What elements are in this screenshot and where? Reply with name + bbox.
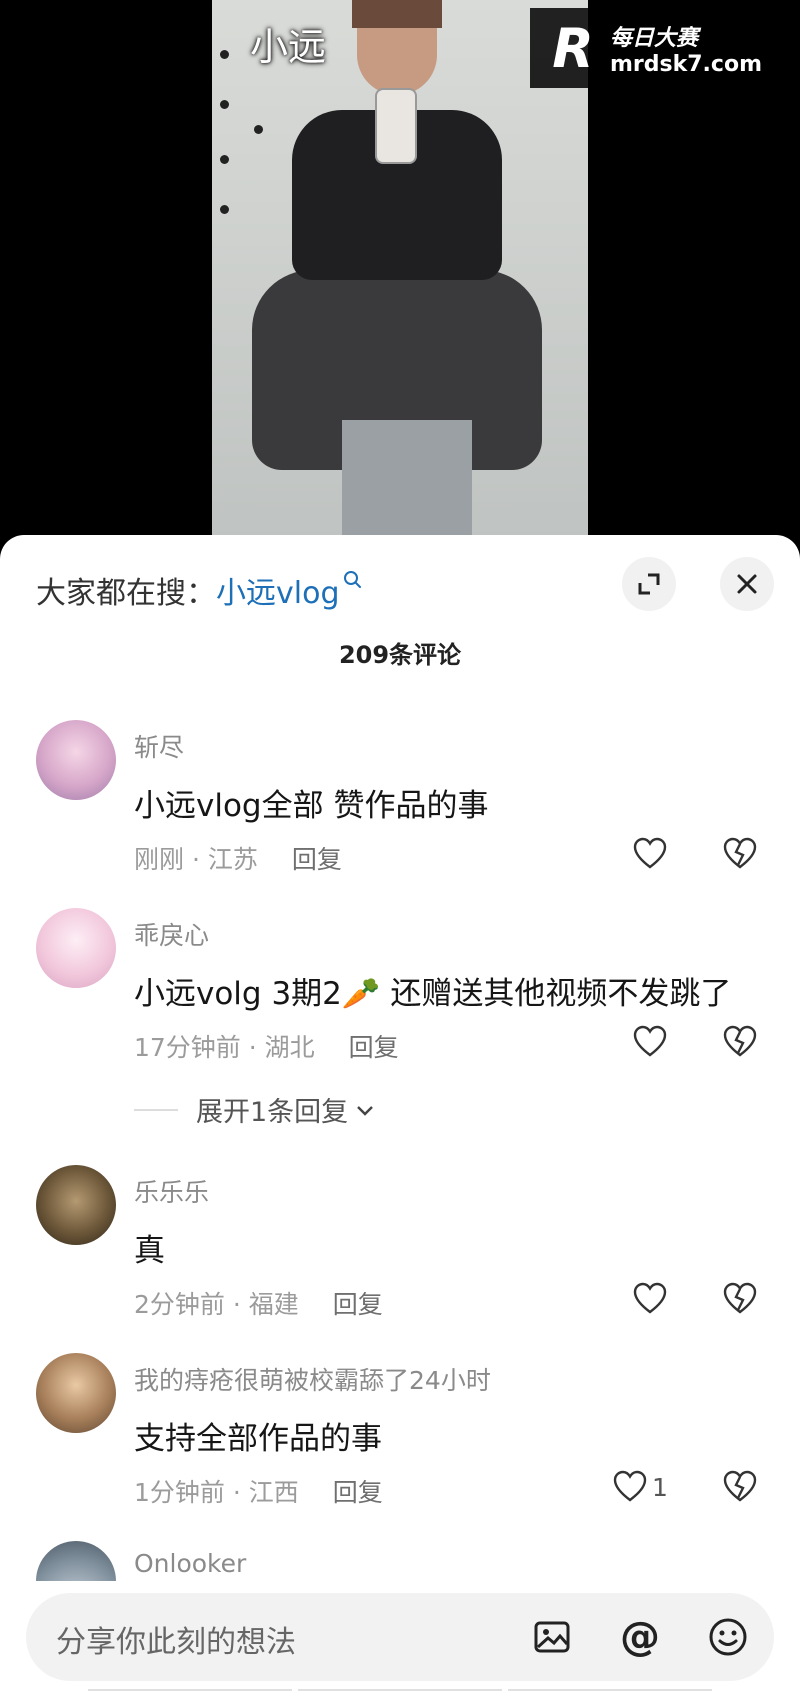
expand-replies-label: 展开1条回复	[196, 1097, 349, 1128]
wall-dot	[254, 125, 263, 134]
avatar[interactable]	[36, 908, 116, 988]
comment-location: 湖北	[264, 1033, 315, 1062]
comment-time: 17分钟前	[134, 1033, 241, 1062]
comment-item: Onlooker	[0, 1541, 800, 1581]
reply-button[interactable]: 回复	[333, 1478, 383, 1507]
comment-location: 江西	[248, 1478, 299, 1507]
watermark-text: 每日大赛 mrdsk7.com	[610, 20, 762, 77]
close-icon	[737, 574, 757, 594]
reply-button[interactable]: 回复	[349, 1033, 399, 1062]
video-player[interactable]: 小远 R 每日大赛 mrdsk7.com	[0, 0, 800, 540]
video-caption: 小远	[250, 25, 327, 69]
comment-input-bar[interactable]: 分享你此刻的想法 @	[26, 1593, 774, 1681]
phone-in-hand	[375, 88, 417, 164]
like-icon[interactable]	[632, 1024, 668, 1060]
comment-input-placeholder[interactable]: 分享你此刻的想法	[56, 1617, 296, 1661]
watermark: R 每日大赛 mrdsk7.com	[530, 8, 792, 88]
like-icon[interactable]	[612, 1469, 648, 1505]
comment-text: 真	[134, 1233, 165, 1269]
watermark-logo-icon: R	[552, 16, 594, 80]
bottom-strip	[88, 1689, 712, 1695]
dislike-icon[interactable]	[722, 1281, 758, 1317]
comment-time: 1分钟前	[134, 1478, 225, 1507]
like-count: 1	[652, 1473, 668, 1502]
avatar[interactable]	[36, 1353, 116, 1433]
wall-dot	[220, 100, 229, 109]
expand-button[interactable]	[622, 557, 676, 611]
avatar[interactable]	[36, 1165, 116, 1245]
mention-icon[interactable]: @	[616, 1613, 664, 1661]
comment-location: 福建	[248, 1290, 299, 1319]
watermark-brand: 每日大赛	[610, 25, 699, 51]
search-term-link[interactable]: 小远vlog	[216, 568, 340, 612]
comment-sheet: 大家都在搜： 小远vlog 209条评论 斩尽 小远vlog全部 赞作品的事 刚…	[0, 535, 800, 1698]
comment-text: 支持全部作品的事	[134, 1421, 382, 1457]
expand-divider	[134, 1108, 178, 1111]
chair-base	[342, 420, 472, 540]
comment-username[interactable]: 斩尽	[134, 728, 184, 764]
comment-meta: 1分钟前 · 江西 回复	[134, 1478, 383, 1507]
wall-dot	[220, 205, 229, 214]
search-suggestion[interactable]: 大家都在搜： 小远vlog	[36, 565, 364, 615]
wall-dot	[220, 155, 229, 164]
emoji-icon[interactable]	[704, 1613, 752, 1661]
comment-time: 2分钟前	[134, 1290, 225, 1319]
comment-text: 小远volg 3期2🥕 还赠送其他视频不发跳了	[134, 976, 732, 1012]
reply-button[interactable]: 回复	[292, 845, 342, 874]
avatar[interactable]	[36, 1541, 116, 1581]
comment-meta: 2分钟前 · 福建 回复	[134, 1290, 383, 1319]
watermark-url: mrdsk7.com	[610, 51, 762, 77]
comment-text: 小远vlog全部 赞作品的事	[134, 788, 489, 824]
comment-count: 209条评论	[338, 641, 462, 669]
dislike-icon[interactable]	[722, 1469, 758, 1505]
dislike-icon[interactable]	[722, 1024, 758, 1060]
comment-username[interactable]: 乖戾心	[134, 916, 209, 952]
close-button[interactable]	[720, 557, 774, 611]
chevron-down-icon	[357, 1105, 374, 1116]
expand-replies-button[interactable]: 展开1条回复	[134, 1090, 376, 1129]
comment-username[interactable]: Onlooker	[134, 1549, 246, 1578]
comment-location: 江苏	[207, 845, 258, 874]
avatar[interactable]	[36, 720, 116, 800]
comment-meta: 刚刚 · 江苏 回复	[134, 845, 342, 874]
reply-button[interactable]: 回复	[333, 1290, 383, 1319]
comment-time: 刚刚	[134, 845, 185, 874]
expand-icon	[638, 573, 660, 595]
like-icon[interactable]	[632, 1281, 668, 1317]
like-icon[interactable]	[632, 836, 668, 872]
search-prefix: 大家都在搜：	[36, 576, 216, 611]
search-icon[interactable]	[342, 569, 364, 595]
dislike-icon[interactable]	[722, 836, 758, 872]
comment-meta: 17分钟前 · 湖北 回复	[134, 1033, 399, 1062]
image-icon[interactable]	[528, 1613, 576, 1661]
comment-username[interactable]: 乐乐乐	[134, 1173, 209, 1209]
comment-username[interactable]: 我的痔疮很萌被校霸舔了24小时	[134, 1361, 491, 1397]
wall-dot	[220, 50, 229, 59]
person-hair	[352, 0, 442, 28]
